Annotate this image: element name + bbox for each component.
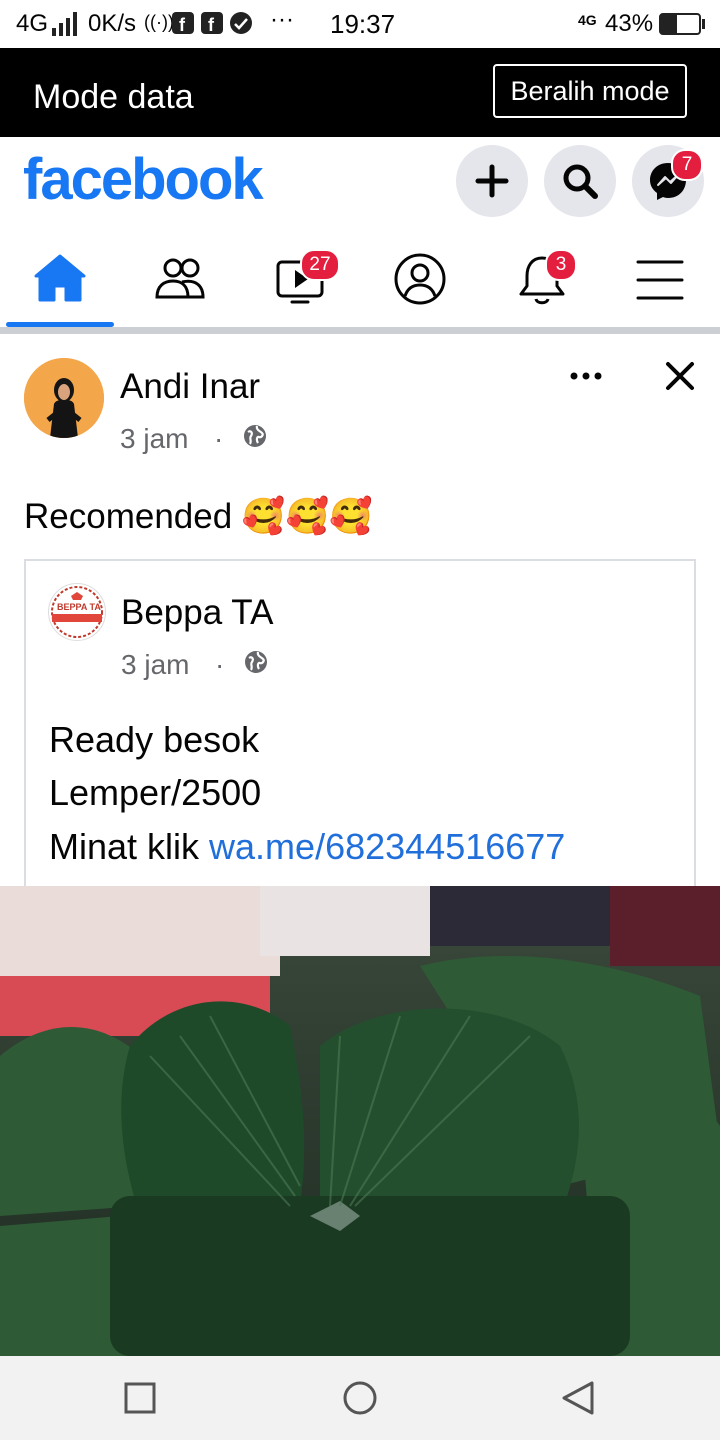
shared-avatar-logo [51, 586, 103, 638]
search-button[interactable] [544, 145, 616, 217]
watch-badge: 27 [300, 249, 340, 281]
network-type: 4G [16, 10, 49, 37]
shared-post[interactable]: BEPPA TA Beppa TA 3 jam · Ready besok Le… [24, 559, 696, 899]
photo-image [0, 886, 720, 1356]
system-navigation-bar [0, 1356, 720, 1440]
battery-icon [659, 13, 701, 35]
shared-line-2: Lemper/2500 [49, 772, 262, 813]
avatar-image [24, 358, 104, 438]
more-options-icon[interactable] [566, 364, 606, 388]
home-button-icon[interactable] [342, 1380, 378, 1416]
divider [0, 327, 720, 334]
shared-line-1: Ready besok [49, 719, 260, 760]
meta-separator: · [214, 423, 224, 454]
plus-icon [475, 164, 509, 198]
post-text: Recomended 🥰🥰🥰 [24, 497, 373, 536]
battery-tip [702, 19, 705, 29]
shared-avatar-text: BEPPA TA [57, 602, 101, 612]
svg-text:f: f [208, 15, 215, 35]
tab-menu[interactable] [630, 246, 690, 312]
post-time[interactable]: 3 jam [120, 423, 188, 455]
back-button-icon[interactable] [560, 1380, 596, 1416]
hotspot-icon: ((·)) [144, 12, 174, 32]
friends-icon [155, 258, 205, 299]
shared-meta-separator: · [215, 649, 225, 680]
tab-home[interactable] [30, 246, 90, 312]
clock: 19:37 [330, 9, 396, 39]
shared-author[interactable]: Beppa TA [121, 593, 273, 633]
tab-profile[interactable] [390, 246, 450, 312]
data-mode-banner: Mode data Beralih mode [0, 48, 720, 137]
network-speed: 0K/s [88, 10, 137, 37]
shared-time[interactable]: 3 jam [121, 649, 189, 681]
avatar[interactable] [24, 358, 104, 438]
post-photo[interactable] [0, 886, 720, 1356]
whatsapp-link[interactable]: wa.me/682344516677 [209, 826, 565, 867]
tab-friends[interactable] [150, 246, 210, 312]
menu-icon [636, 260, 684, 300]
svg-text:f: f [179, 15, 186, 35]
network-type-right: 4G [578, 12, 597, 28]
globe-icon [245, 651, 267, 673]
status-bar: 4G 0K/s ((·)) f f ··· 19:37 4G 43% [0, 0, 720, 48]
profile-icon [394, 253, 446, 305]
signal-icon [52, 12, 77, 36]
facebook-logo[interactable]: facebook [23, 146, 264, 213]
globe-icon [244, 425, 266, 447]
battery-percent: 43% [605, 10, 654, 37]
more-icon: ··· [270, 6, 294, 33]
data-mode-title: Mode data [33, 78, 194, 116]
notifications-badge: 3 [545, 249, 577, 281]
search-icon [563, 164, 598, 199]
create-button[interactable] [456, 145, 528, 217]
post-author[interactable]: Andi Inar [120, 367, 260, 407]
switch-mode-button[interactable]: Beralih mode [493, 64, 687, 118]
shared-line-3-prefix: Minat klik [49, 826, 210, 867]
shared-avatar[interactable]: BEPPA TA [48, 583, 106, 641]
notification-icons: f f [172, 12, 252, 35]
messenger-badge: 7 [671, 149, 703, 181]
shared-line-3: Minat klik wa.me/682344516677 [49, 826, 565, 868]
recents-button-icon[interactable] [124, 1382, 156, 1414]
close-icon[interactable] [662, 358, 698, 394]
home-icon [34, 254, 86, 302]
